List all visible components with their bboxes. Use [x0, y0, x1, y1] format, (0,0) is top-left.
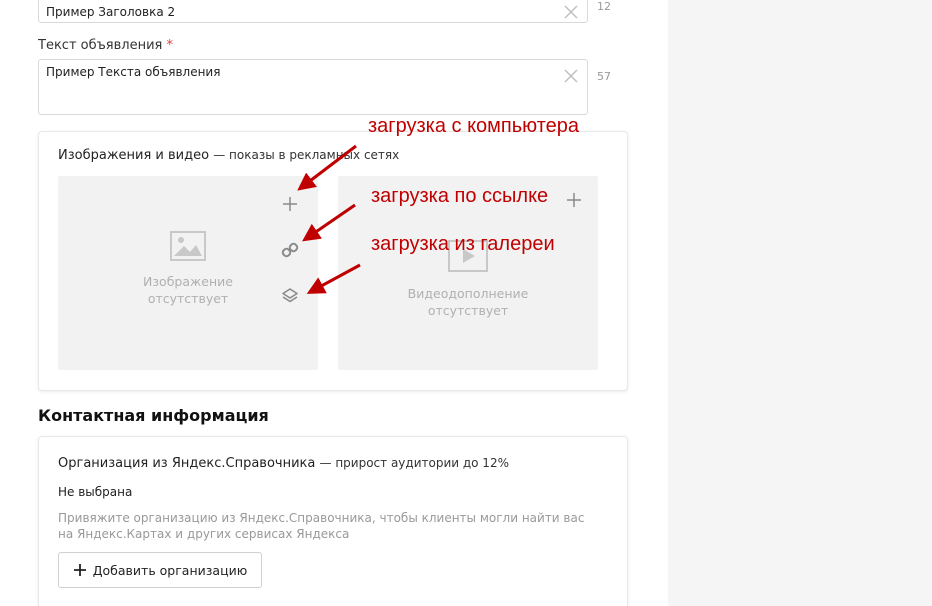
media-title-text: Изображения и видео: [58, 148, 210, 163]
ad-text-input[interactable]: Пример Текста объявления: [38, 59, 588, 115]
ad-text-value: Пример Текста объявления: [46, 65, 221, 79]
add-video-icon[interactable]: [564, 190, 584, 210]
org-title-text: Организация из Яндекс.Справочника: [58, 456, 316, 471]
organization-status: Не выбрана: [58, 485, 133, 499]
organization-hint: Привяжите организацию из Яндекс.Справочн…: [58, 511, 585, 541]
upload-from-computer-icon[interactable]: [280, 194, 300, 214]
organization-title: Организация из Яндекс.Справочника — прир…: [58, 456, 509, 471]
image-caption-line1: Изображение: [143, 274, 233, 289]
image-placeholder-caption: Изображение отсутствует: [58, 273, 318, 307]
headline2-value: Пример Заголовка 2: [46, 5, 176, 19]
required-mark: *: [166, 38, 174, 53]
plus-icon: [73, 564, 86, 576]
image-caption-line2: отсутствует: [147, 291, 229, 306]
clear-icon[interactable]: [563, 68, 579, 84]
video-placeholder-caption: Видеодополнение отсутствует: [338, 285, 598, 319]
upload-from-gallery-icon[interactable]: [280, 286, 300, 306]
add-organization-button[interactable]: Добавить организацию: [58, 552, 262, 588]
ad-text-counter: 57: [597, 70, 611, 83]
annotation-upload-link: загрузка по ссылке: [371, 185, 549, 207]
right-side-panel: [668, 0, 932, 606]
ad-text-label-text: Текст объявления: [38, 38, 163, 53]
ad-text-label: Текст объявления *: [38, 38, 173, 53]
upload-by-link-icon[interactable]: [280, 240, 300, 260]
media-card-title: Изображения и видео — показы в рекламных…: [58, 148, 399, 163]
image-icon: [170, 231, 206, 261]
image-placeholder-tile: Изображение отсутствует: [58, 176, 318, 370]
media-subtitle-text: — показы в рекламных сетях: [213, 148, 400, 162]
headline2-counter: 12: [597, 0, 611, 13]
add-organization-label: Добавить организацию: [92, 562, 248, 578]
org-subtitle-text: — прирост аудитории до 12%: [319, 456, 509, 470]
video-caption-line1: Видеодополнение: [407, 286, 529, 301]
headline2-input[interactable]: Пример Заголовка 2: [38, 0, 588, 23]
contact-info-heading: Контактная информация: [38, 406, 269, 425]
annotation-upload-computer: загрузка с компьютера: [368, 115, 580, 137]
video-caption-line2: отсутствует: [427, 303, 509, 318]
annotation-upload-gallery: загрузка из галереи: [371, 233, 555, 255]
clear-icon[interactable]: [563, 4, 579, 20]
